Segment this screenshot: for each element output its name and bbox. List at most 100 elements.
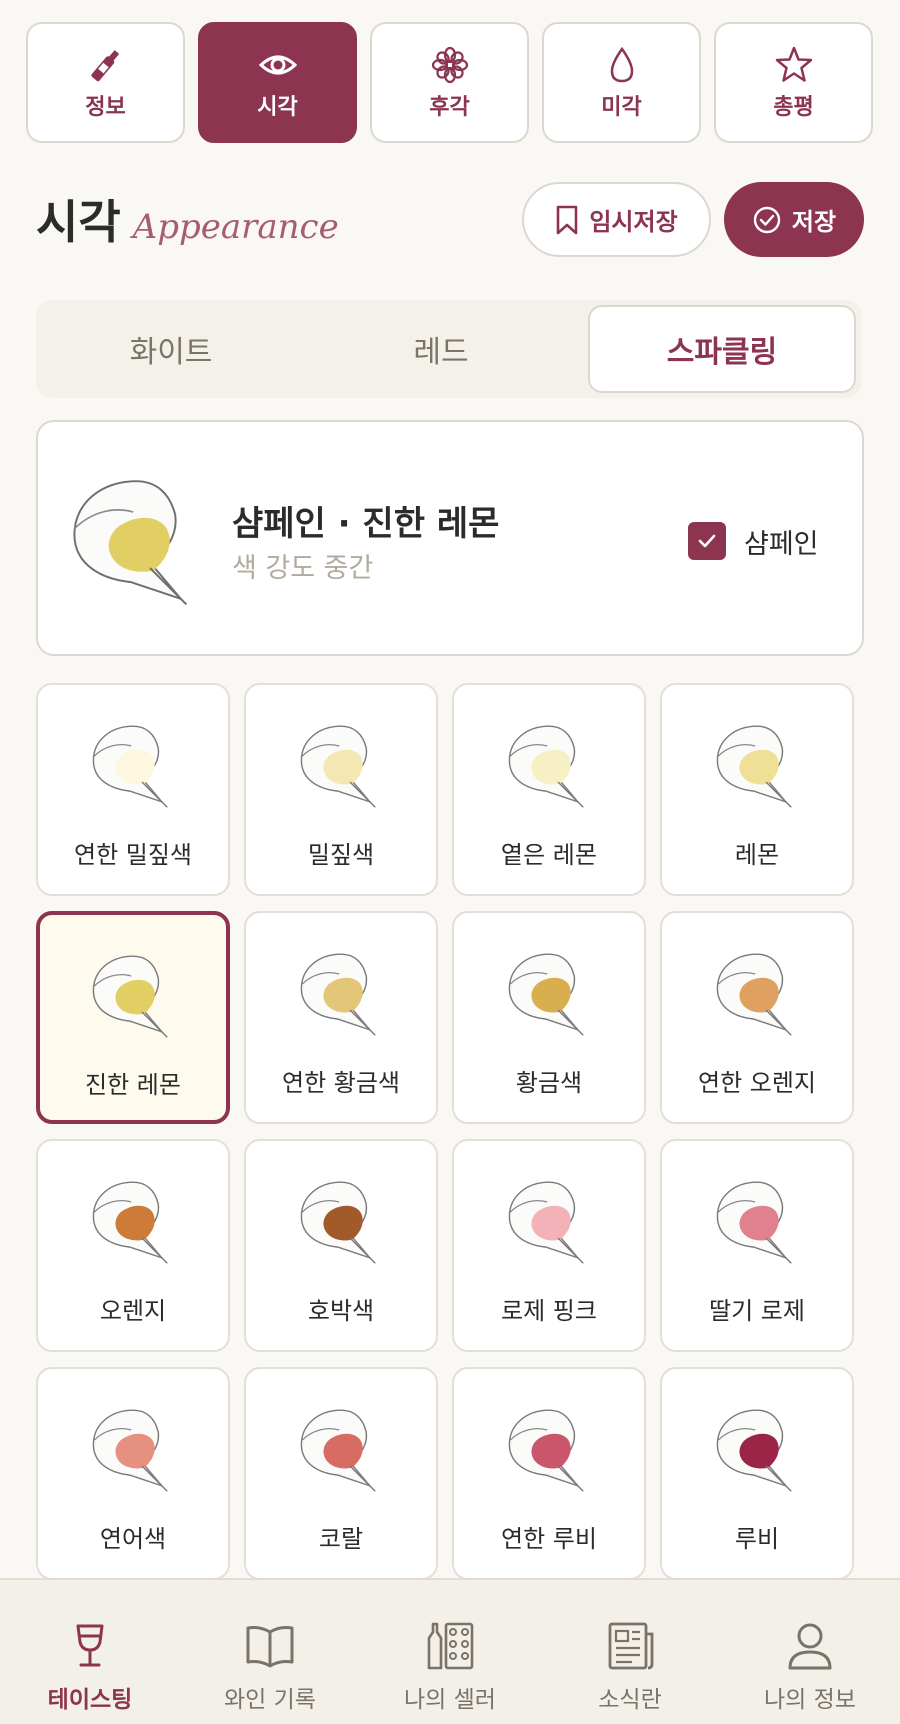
tab-info[interactable]: 정보 [26, 22, 185, 143]
wine-glass-color-icon [300, 1409, 376, 1492]
tab-conclusion-label: 총평 [773, 94, 814, 120]
color-option[interactable]: 코랄 [244, 1367, 438, 1580]
drop-icon [610, 46, 633, 82]
wine-glass-color-icon [508, 953, 584, 1036]
selected-color-name: 샴페인 · 진한 레몬 [232, 504, 500, 544]
color-option[interactable]: 연한 밀짚색 [36, 683, 230, 896]
nav-profile[interactable]: 나의 정보 [720, 1580, 900, 1724]
color-option[interactable]: 연어색 [36, 1367, 230, 1580]
color-option[interactable]: 진한 레몬 [36, 911, 230, 1124]
color-option-label: 연한 루비 [501, 1525, 597, 1553]
nav-news-label: 소식란 [598, 1687, 662, 1713]
wine-glass-color-icon [508, 1181, 584, 1264]
tab-nose-label: 후각 [429, 94, 470, 120]
wine-glass-color-icon [73, 480, 188, 606]
color-option[interactable]: 호박색 [244, 1139, 438, 1352]
tab-palate[interactable]: 미각 [542, 22, 701, 143]
selected-color-card: 샴페인 · 진한 레몬 색 강도 중간 샴페인 [36, 420, 864, 656]
wine-glass-color-icon [300, 725, 376, 808]
tab-nose[interactable]: 후각 [370, 22, 529, 143]
wine-type-red[interactable]: 레드 [316, 305, 566, 393]
color-option[interactable]: 밀짚색 [244, 683, 438, 896]
wine-glass-color-icon [300, 1181, 376, 1264]
save-label: 저장 [791, 208, 837, 236]
color-option-label: 옅은 레몬 [501, 841, 597, 869]
color-option[interactable]: 오렌지 [36, 1139, 230, 1352]
wine-glass-color-icon [508, 725, 584, 808]
tab-conclusion[interactable]: 총평 [714, 22, 873, 143]
wine-type-sparkling[interactable]: 스파클링 [588, 305, 856, 393]
section-title: 시각 Appearance [36, 186, 339, 252]
cellar-icon [427, 1622, 474, 1670]
tab-appearance[interactable]: 시각 [198, 22, 357, 143]
save-button[interactable]: 저장 [724, 182, 864, 257]
color-option-label: 딸기 로제 [709, 1297, 805, 1325]
wine-glass-icon [76, 1624, 104, 1667]
eye-icon [258, 55, 297, 74]
color-option-label: 연어색 [99, 1525, 167, 1553]
wine-glass-color-icon [92, 1181, 168, 1264]
color-option-label: 연한 오렌지 [697, 1069, 817, 1097]
section-title-ko: 시각 [36, 195, 121, 249]
bottom-navigation: 테이스팅 와인 기록 나의 셀러 소식란 나의 정보 [0, 1578, 900, 1724]
draft-save-label: 임시저장 [589, 208, 678, 236]
color-option-label: 로제 핑크 [501, 1297, 597, 1325]
color-option[interactable]: 레몬 [660, 683, 854, 896]
wine-type-selector: 화이트 레드 스파클링 [36, 300, 862, 398]
wine-glass-color-icon [716, 725, 792, 808]
color-option-label: 레몬 [734, 841, 780, 869]
wine-glass-color-icon [92, 955, 168, 1038]
champagne-checkbox[interactable] [688, 522, 726, 560]
wine-glass-color-icon [92, 725, 168, 808]
star-icon [775, 46, 812, 82]
book-icon [246, 1626, 294, 1668]
color-option[interactable]: 연한 오렌지 [660, 911, 854, 1124]
champagne-checkbox-label: 샴페인 [744, 529, 819, 560]
color-option[interactable]: 딸기 로제 [660, 1139, 854, 1352]
nav-tasting-label: 테이스팅 [47, 1687, 133, 1713]
nav-wine-log[interactable]: 와인 기록 [180, 1580, 360, 1724]
wine-glass-color-icon [300, 953, 376, 1036]
color-option-label: 밀짚색 [307, 841, 375, 869]
check-circle-icon [753, 206, 781, 233]
nav-cellar-label: 나의 셀러 [404, 1687, 496, 1713]
color-option[interactable]: 연한 황금색 [244, 911, 438, 1124]
wine-bottle-icon [90, 49, 119, 81]
color-option[interactable]: 루비 [660, 1367, 854, 1580]
wine-glass-color-icon [92, 1409, 168, 1492]
nav-news[interactable]: 소식란 [540, 1580, 720, 1724]
color-option-label: 연한 밀짚색 [73, 841, 193, 869]
flower-icon [431, 46, 468, 83]
nav-profile-label: 나의 정보 [764, 1687, 856, 1713]
selected-color-intensity: 색 강도 중간 [232, 553, 374, 584]
color-option-label: 황금색 [515, 1069, 583, 1097]
color-option-label: 연한 황금색 [281, 1069, 401, 1097]
nav-wine-log-label: 와인 기록 [224, 1687, 316, 1713]
tab-info-label: 정보 [85, 94, 126, 120]
bookmark-icon [557, 205, 578, 234]
draft-save-button[interactable]: 임시저장 [522, 182, 711, 257]
user-icon [788, 1623, 832, 1670]
tab-palate-label: 미각 [601, 94, 642, 120]
color-option-label: 진한 레몬 [85, 1071, 181, 1099]
wine-glass-color-icon [716, 1409, 792, 1492]
wine-glass-color-icon [716, 1181, 792, 1264]
checkmark-icon [698, 534, 716, 548]
section-title-en: Appearance [132, 207, 339, 247]
nav-cellar[interactable]: 나의 셀러 [360, 1580, 540, 1724]
wine-glass-color-icon [508, 1409, 584, 1492]
color-option-label: 오렌지 [99, 1297, 167, 1325]
wine-type-white[interactable]: 화이트 [46, 305, 296, 393]
color-option[interactable]: 황금색 [452, 911, 646, 1124]
top-tab-bar: 정보 시각 후각 미각 총평 [26, 22, 873, 143]
tab-appearance-label: 시각 [257, 94, 298, 120]
color-option-label: 루비 [734, 1525, 780, 1553]
color-option[interactable]: 옅은 레몬 [452, 683, 646, 896]
wine-glass-color-icon [716, 953, 792, 1036]
nav-tasting[interactable]: 테이스팅 [0, 1580, 180, 1724]
color-option[interactable]: 연한 루비 [452, 1367, 646, 1580]
color-option-label: 코랄 [318, 1525, 364, 1553]
newspaper-icon [608, 1622, 654, 1670]
color-option[interactable]: 로제 핑크 [452, 1139, 646, 1352]
color-option-label: 호박색 [307, 1297, 375, 1325]
